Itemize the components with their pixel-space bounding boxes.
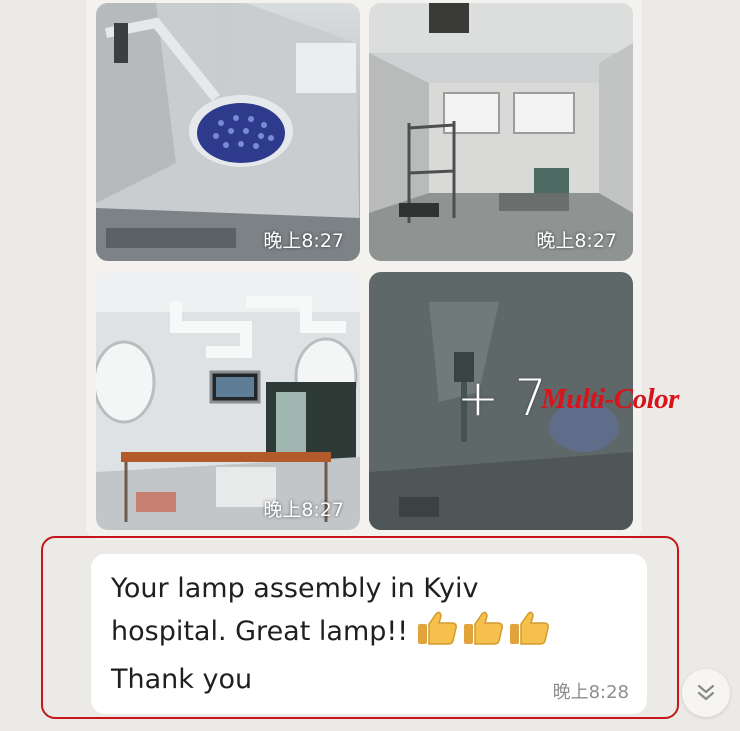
operating-lamp-ceiling-photo bbox=[96, 3, 360, 261]
message-line-with-emoji: hospital. Great lamp!! bbox=[111, 610, 611, 659]
message-timestamp: 晚上8:28 bbox=[552, 682, 629, 703]
double-chevron-down-icon bbox=[697, 684, 715, 701]
message-line-text: hospital. Great lamp!! bbox=[111, 616, 409, 647]
photo-timestamp: 晚上8:27 bbox=[263, 499, 344, 521]
photo-timestamp: 晚上8:27 bbox=[536, 230, 617, 252]
more-photos-count: + 7 bbox=[457, 369, 547, 427]
surgical-lights-room-photo bbox=[96, 272, 360, 530]
chat-view: 晚上8:27 晚上8:27 晚上8:27 + 7 Multi-Color You… bbox=[0, 0, 740, 731]
empty-operating-room-photo bbox=[369, 3, 633, 261]
scroll-to-bottom-button[interactable] bbox=[682, 669, 730, 717]
thumbs-up-emojis bbox=[416, 610, 554, 659]
photo-thumbnail[interactable]: 晚上8:27 bbox=[369, 3, 633, 261]
thumbs-up-icon bbox=[464, 611, 503, 645]
thumbs-up-icon bbox=[418, 611, 457, 645]
photo-timestamp: 晚上8:27 bbox=[263, 230, 344, 252]
watermark-logo: Multi-Color bbox=[541, 383, 679, 415]
thumbs-up-icon bbox=[510, 611, 549, 645]
message-line: Your lamp assembly in Kyiv bbox=[111, 573, 479, 604]
message-text: Your lamp assembly in Kyiv hospital. Gre… bbox=[111, 568, 611, 701]
message-line: Thank you bbox=[111, 664, 253, 695]
photo-thumbnail[interactable]: 晚上8:27 bbox=[96, 272, 360, 530]
text-message-bubble[interactable]: Your lamp assembly in Kyiv hospital. Gre… bbox=[91, 554, 647, 714]
photo-thumbnail[interactable]: 晚上8:27 bbox=[96, 3, 360, 261]
